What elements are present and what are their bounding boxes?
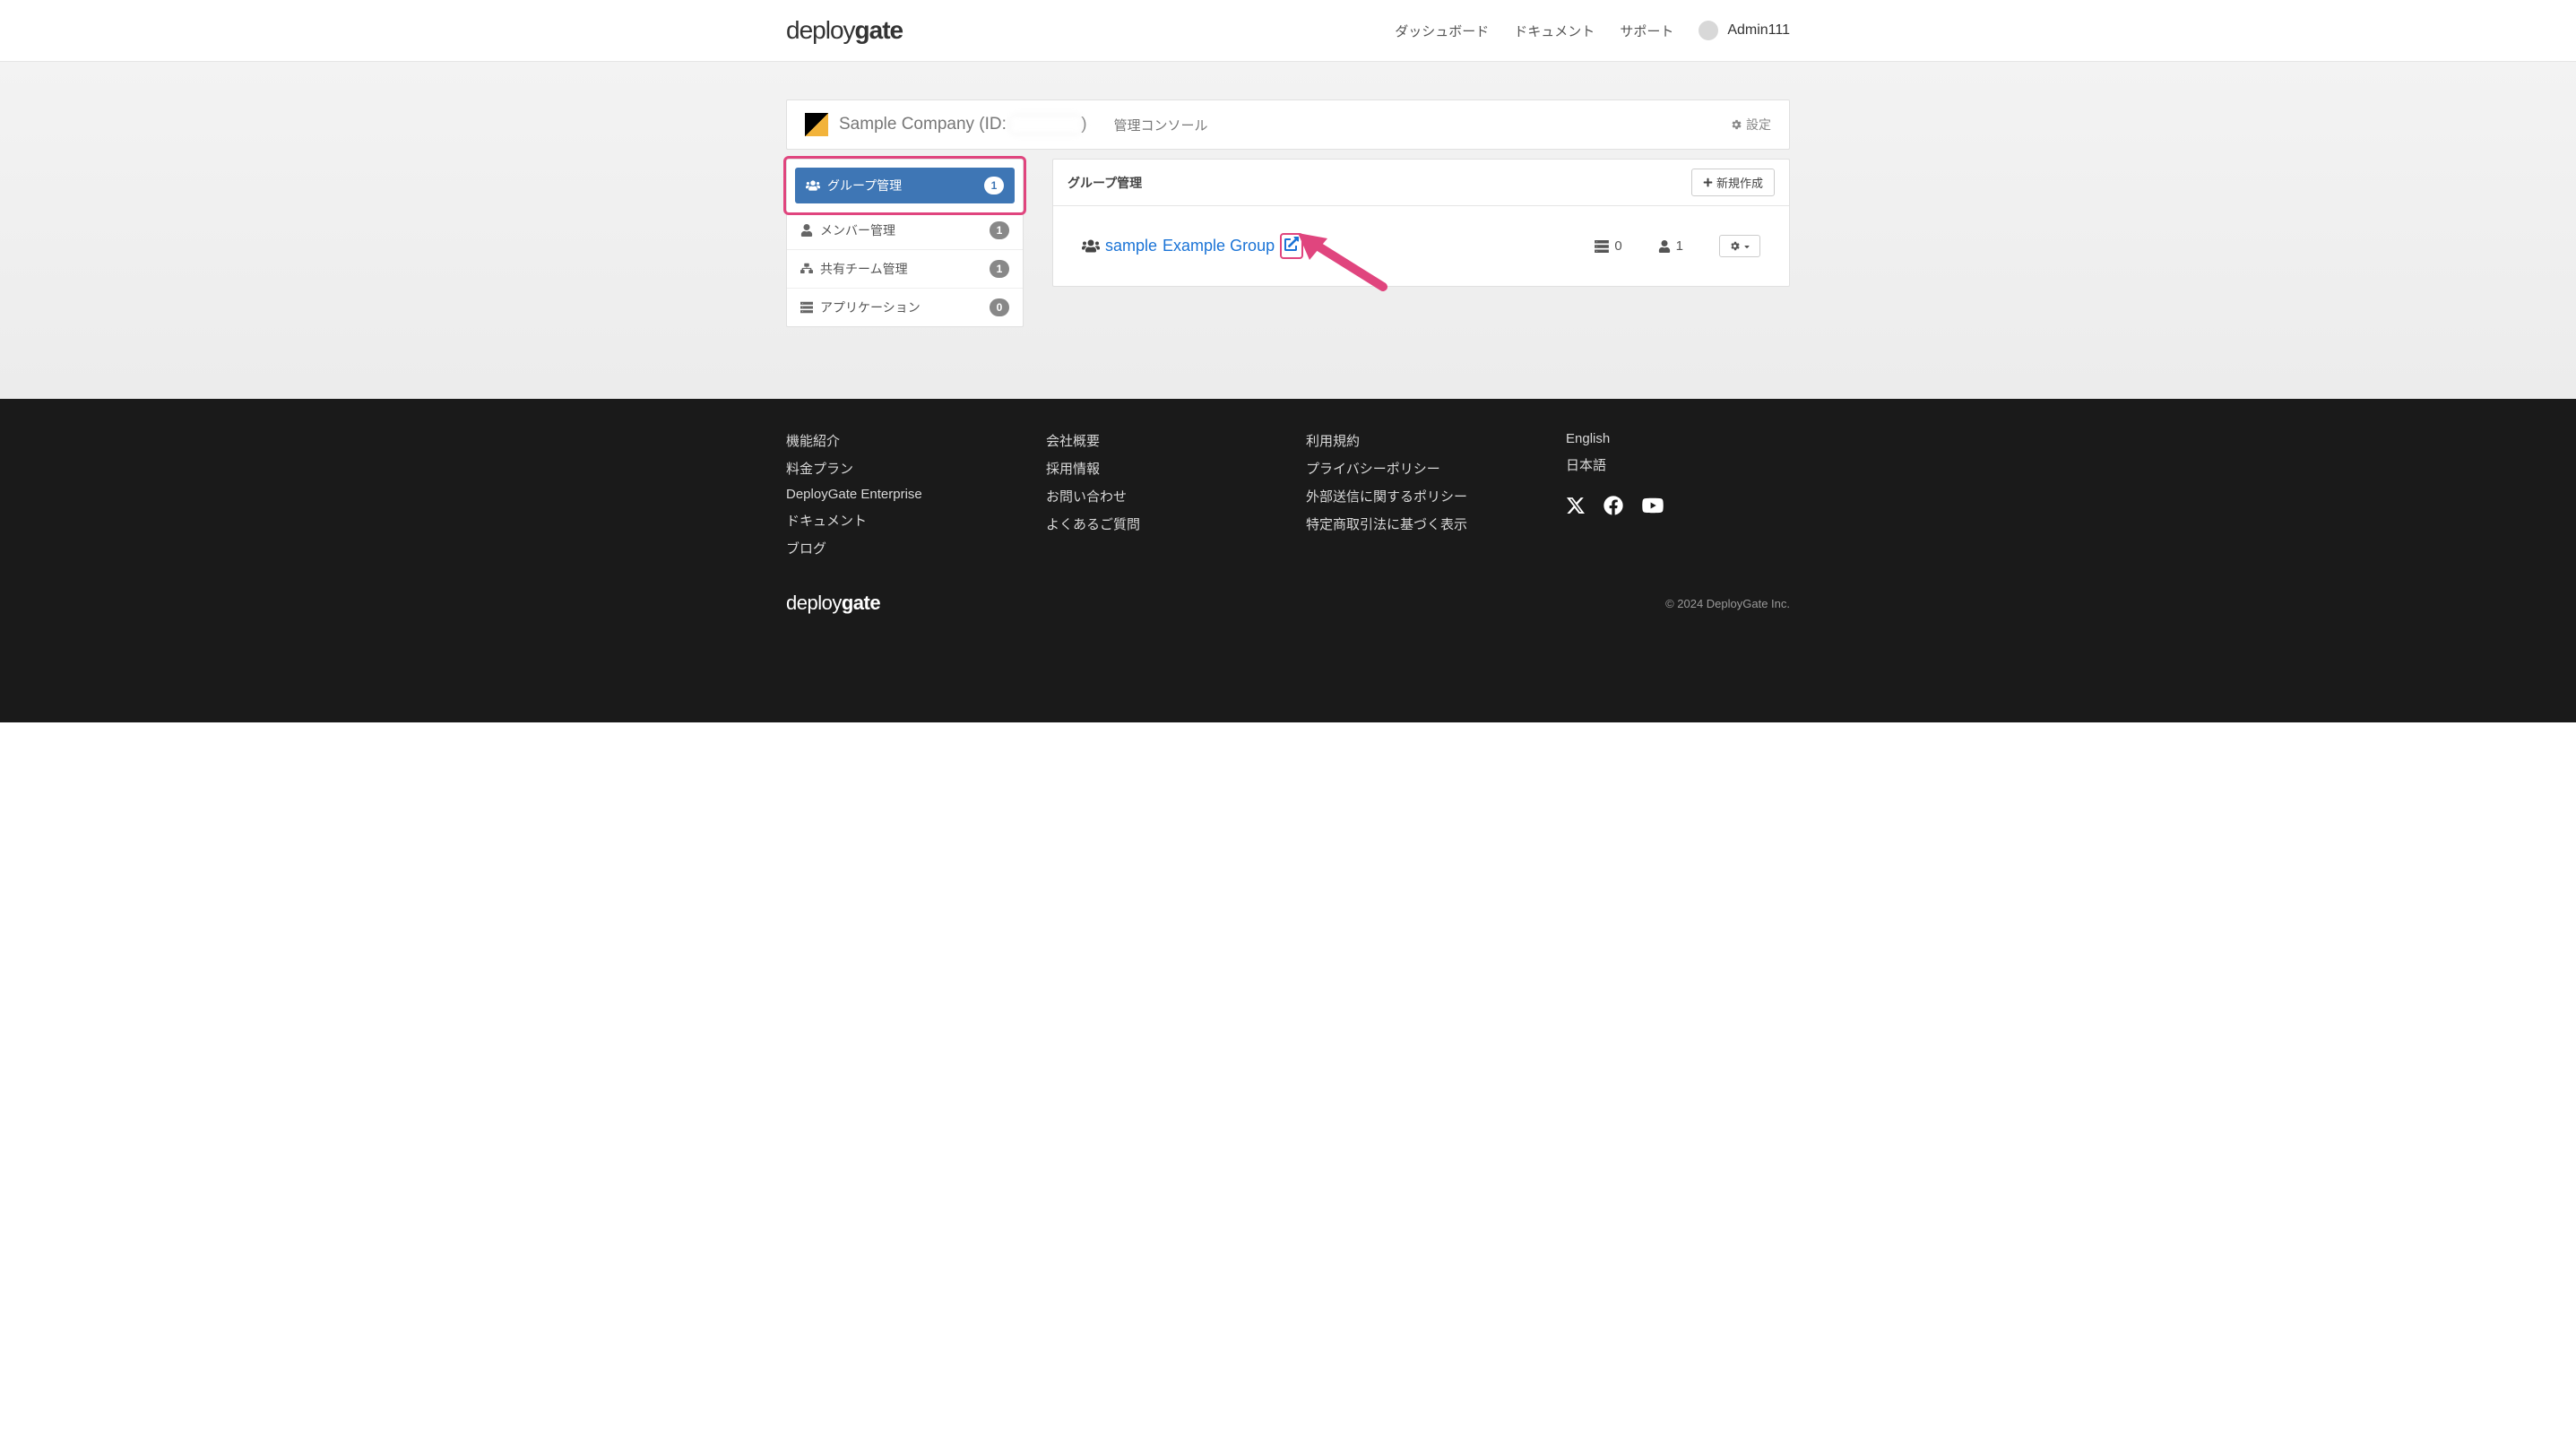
user-icon (800, 224, 813, 237)
caret-down-icon (1743, 243, 1750, 250)
footer-link[interactable]: 機能紹介 (786, 431, 1010, 450)
facebook-icon (1604, 496, 1623, 515)
footer-link[interactable]: 採用情報 (1046, 459, 1270, 478)
youtube-icon (1641, 496, 1664, 515)
top-nav: ダッシュボード ドキュメント サポート Admin111 (1395, 21, 1790, 40)
footer-link[interactable]: プライバシーポリシー (1306, 459, 1530, 478)
logo[interactable]: deploygate (786, 16, 903, 45)
sidebar-badge: 1 (990, 260, 1009, 278)
sidebar-badge: 0 (990, 298, 1009, 316)
console-label: 管理コンソール (1114, 116, 1208, 134)
users-icon (1082, 238, 1100, 254)
footer-link[interactable]: お問い合わせ (1046, 487, 1270, 506)
external-link-icon (1284, 237, 1299, 251)
footer: 機能紹介 料金プラン DeployGate Enterprise ドキュメント … (0, 399, 2576, 722)
settings-link[interactable]: 設定 (1730, 116, 1771, 134)
settings-label: 設定 (1746, 116, 1771, 134)
sidebar-item-applications[interactable]: アプリケーション 0 (787, 289, 1023, 326)
nav-dashboard[interactable]: ダッシュボード (1395, 22, 1489, 40)
gear-icon (1729, 240, 1741, 252)
sidebar-item-label: グループ管理 (827, 177, 902, 194)
copyright: © 2024 DeployGate Inc. (1665, 597, 1790, 610)
highlight-annotation (1280, 233, 1303, 259)
group-row: sample Example Group (1071, 220, 1771, 272)
footer-link-english[interactable]: English (1566, 431, 1790, 446)
group-sample-link[interactable]: sample (1105, 237, 1157, 255)
storage-icon (800, 301, 813, 314)
gear-icon (1730, 118, 1742, 131)
sidebar-item-label: 共有チーム管理 (820, 260, 908, 278)
group-name-link[interactable]: Example Group (1163, 237, 1275, 255)
panel-header: グループ管理 新規作成 (1053, 160, 1789, 206)
user-avatar-icon (1699, 21, 1718, 40)
footer-link[interactable]: 利用規約 (1306, 431, 1530, 450)
company-name: Sample Company (ID: ) (839, 115, 1087, 134)
user-name: Admin111 (1727, 22, 1790, 39)
footer-link[interactable]: 特定商取引法に基づく表示 (1306, 514, 1530, 533)
user-icon (1658, 240, 1671, 253)
footer-link-japanese[interactable]: 日本語 (1566, 455, 1790, 474)
sidebar-item-groups[interactable]: グループ管理 1 (795, 168, 1015, 203)
nav-support[interactable]: サポート (1620, 22, 1673, 40)
users-icon (806, 179, 820, 192)
footer-col-2: 会社概要 採用情報 お問い合わせ よくあるご質問 (1046, 431, 1270, 557)
user-menu[interactable]: Admin111 (1699, 21, 1790, 40)
storage-icon (1595, 240, 1609, 253)
company-id-hidden (1011, 117, 1081, 133)
plus-icon (1703, 177, 1713, 187)
social-x-link[interactable] (1566, 496, 1586, 519)
sidebar-item-label: アプリケーション (820, 298, 921, 316)
social-youtube-link[interactable] (1641, 496, 1664, 519)
company-card: Sample Company (ID: ) 管理コンソール 設定 (786, 99, 1790, 150)
sidebar-badge: 1 (990, 221, 1009, 239)
sidebar-item-label: メンバー管理 (820, 221, 895, 239)
new-button-label: 新規作成 (1716, 174, 1763, 191)
logo-gate: gate (855, 16, 903, 44)
footer-link[interactable]: 会社概要 (1046, 431, 1270, 450)
panel-title: グループ管理 (1068, 174, 1142, 192)
sidebar-item-members[interactable]: メンバー管理 1 (787, 212, 1023, 250)
footer-col-1: 機能紹介 料金プラン DeployGate Enterprise ドキュメント … (786, 431, 1010, 557)
main-panel: グループ管理 新規作成 (1052, 159, 1790, 327)
header: deploygate ダッシュボード ドキュメント サポート Admin111 (0, 0, 2576, 62)
sidebar-item-shared-teams[interactable]: 共有チーム管理 1 (787, 250, 1023, 289)
group-settings-button[interactable] (1719, 235, 1760, 257)
external-link-button[interactable] (1284, 237, 1299, 255)
footer-link[interactable]: ドキュメント (786, 511, 1010, 530)
footer-link[interactable]: DeployGate Enterprise (786, 487, 1010, 502)
social-facebook-link[interactable] (1604, 496, 1623, 519)
sidebar: グループ管理 1 メンバー管理 1 (786, 159, 1024, 327)
member-count-value: 1 (1676, 238, 1683, 254)
footer-link[interactable]: よくあるご質問 (1046, 514, 1270, 533)
company-name-suffix: ) (1081, 115, 1086, 134)
footer-col-4: English 日本語 (1566, 431, 1790, 557)
footer-logo: deploygate (786, 592, 880, 615)
footer-link[interactable]: 料金プラン (786, 459, 1010, 478)
footer-col-3: 利用規約 プライバシーポリシー 外部送信に関するポリシー 特定商取引法に基づく表… (1306, 431, 1530, 557)
app-count-value: 0 (1614, 238, 1621, 254)
footer-link[interactable]: ブログ (786, 539, 1010, 557)
sidebar-badge: 1 (984, 177, 1004, 194)
footer-logo-gate: gate (842, 592, 880, 614)
footer-link[interactable]: 外部送信に関するポリシー (1306, 487, 1530, 506)
new-group-button[interactable]: 新規作成 (1691, 169, 1775, 196)
member-count-stat: 1 (1658, 238, 1683, 254)
company-name-prefix: Sample Company (ID: (839, 115, 1011, 134)
logo-deploy: deploy (786, 16, 855, 44)
company-logo-icon (805, 113, 828, 136)
app-count-stat: 0 (1595, 238, 1621, 254)
nav-documents[interactable]: ドキュメント (1514, 22, 1595, 40)
highlight-annotation: グループ管理 1 (783, 156, 1026, 215)
x-icon (1566, 496, 1586, 515)
sitemap-icon (800, 263, 813, 275)
footer-logo-deploy: deploy (786, 592, 842, 614)
